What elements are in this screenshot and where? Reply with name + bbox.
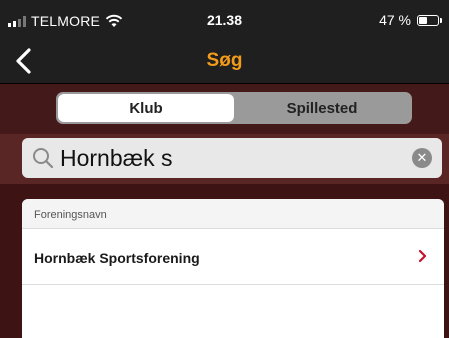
search-input[interactable] xyxy=(60,143,390,173)
chevron-right-icon xyxy=(418,249,427,263)
result-row-hornbaek-sportsforening[interactable]: Hornbæk Sportsforening xyxy=(22,229,444,285)
page-title: Søg xyxy=(206,50,243,71)
battery-percentage: 47 % xyxy=(379,12,411,28)
battery-icon xyxy=(417,14,442,26)
segmented-control: Klub Spillested xyxy=(56,92,412,124)
segment-klub[interactable]: Klub xyxy=(58,94,234,122)
section-header: Foreningsnavn xyxy=(22,199,444,229)
segment-spillested[interactable]: Spillested xyxy=(234,94,410,122)
status-right: 47 % xyxy=(379,12,442,28)
search-icon xyxy=(33,148,54,169)
search-box: ✕ xyxy=(22,138,442,178)
segment-area: Klub Spillested xyxy=(0,84,449,134)
search-area: ✕ xyxy=(0,134,449,184)
status-bar: TELMORE 21.38 47 % xyxy=(0,0,449,40)
results-card: Foreningsnavn Hornbæk Sportsforening xyxy=(22,199,444,338)
clear-icon[interactable]: ✕ xyxy=(412,148,432,168)
battery-fill xyxy=(419,16,427,24)
result-label: Hornbæk Sportsforening xyxy=(34,250,200,266)
navigation-bar: Søg xyxy=(0,40,449,84)
